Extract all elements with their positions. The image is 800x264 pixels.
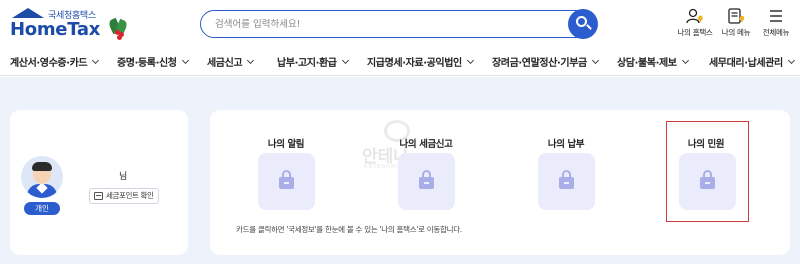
nav-item-certificate[interactable]: 증명·등록·신청	[117, 54, 189, 69]
hamburger-icon	[767, 8, 785, 24]
holly-icon	[107, 16, 129, 40]
nav-item-label: 상담·불복·제보	[617, 58, 677, 69]
calculator-icon	[94, 192, 103, 200]
chevron-down-icon	[92, 56, 100, 65]
chevron-down-icon	[787, 56, 795, 65]
nav-item-payment[interactable]: 납부·고지·환급	[277, 54, 349, 69]
main-nav: 계산서·영수증·카드 증명·등록·신청 세금신고 납부·고지·환급 지급명세·자…	[0, 46, 800, 76]
nav-item-invoice[interactable]: 계산서·영수증·카드	[10, 54, 100, 69]
menu-tile-payment[interactable]	[538, 153, 595, 210]
nav-item-incentives[interactable]: 장려금·연말정산·기부금	[492, 54, 599, 69]
my-menu-button[interactable]: 나의 메뉴	[716, 8, 756, 40]
chevron-down-icon	[681, 56, 689, 65]
all-menu-button[interactable]: 전체메뉴	[756, 8, 796, 40]
menu-title-alerts: 나의 알림	[246, 132, 326, 151]
chevron-down-icon	[466, 56, 474, 65]
nav-item-consultation[interactable]: 상담·불복·제보	[617, 54, 689, 69]
tax-point-label: 세금포인트 확인	[106, 191, 154, 200]
nav-item-label: 장려금·연말정산·기부금	[492, 58, 587, 69]
nav-item-label: 증명·등록·신청	[117, 58, 177, 69]
nav-item-label: 납부·고지·환급	[277, 58, 337, 69]
nav-item-label: 계산서·영수증·카드	[10, 58, 88, 69]
my-menu-label: 나의 메뉴	[721, 28, 751, 37]
nav-item-label: 세무대리·납세관리	[709, 58, 783, 69]
nav-item-tax-agent[interactable]: 세무대리·납세관리	[709, 54, 795, 69]
chevron-down-icon	[591, 56, 599, 65]
tax-point-button[interactable]: 세금포인트 확인	[89, 188, 159, 204]
my-hometax-label: 나의 홈택스	[677, 28, 713, 37]
my-menu-icon	[727, 8, 745, 24]
logo-roof-icon	[12, 8, 44, 18]
all-menu-label: 전체메뉴	[762, 28, 790, 37]
menu-title-tax-filing: 나의 세금신고	[386, 132, 466, 151]
chevron-down-icon	[247, 56, 255, 65]
nav-item-label: 지급명세·자료·공익법인	[367, 58, 462, 69]
menu-title-label: 나의 알림	[267, 139, 305, 150]
search-button[interactable]	[568, 9, 598, 39]
logo-title: HomeTax	[10, 19, 101, 40]
my-hometax-button[interactable]: 나의 홈택스	[675, 8, 715, 40]
menu-tile-tax-filing[interactable]	[398, 153, 455, 210]
avatar	[21, 156, 63, 198]
menu-title-label: 나의 세금신고	[399, 139, 453, 150]
user-bell-icon	[686, 8, 704, 24]
user-type-badge: 개인	[24, 202, 60, 215]
hometax-logo[interactable]: 국세청홈택스 HomeTax	[10, 6, 129, 42]
nav-item-tax-filing[interactable]: 세금신고	[207, 54, 255, 69]
menu-title-label: 나의 납부	[547, 139, 585, 150]
profile-name: 님	[119, 172, 128, 182]
nav-item-label: 세금신고	[207, 58, 243, 69]
chevron-down-icon	[341, 56, 349, 65]
menu-title-payment: 나의 납부	[526, 132, 606, 151]
header: 국세청홈택스 HomeTax 나의 홈택스	[0, 0, 800, 46]
chevron-down-icon	[181, 56, 189, 65]
nav-item-statements[interactable]: 지급명세·자료·공익법인	[367, 54, 474, 69]
highlight-box	[666, 121, 749, 222]
search-box	[200, 10, 597, 38]
menu-tile-alerts[interactable]	[258, 153, 315, 210]
search-input[interactable]	[215, 16, 545, 32]
card-notice: 카드를 클릭하면 '국세정보'를 한눈에 볼 수 있는 '나의 홈택스'로 이동…	[236, 225, 462, 234]
